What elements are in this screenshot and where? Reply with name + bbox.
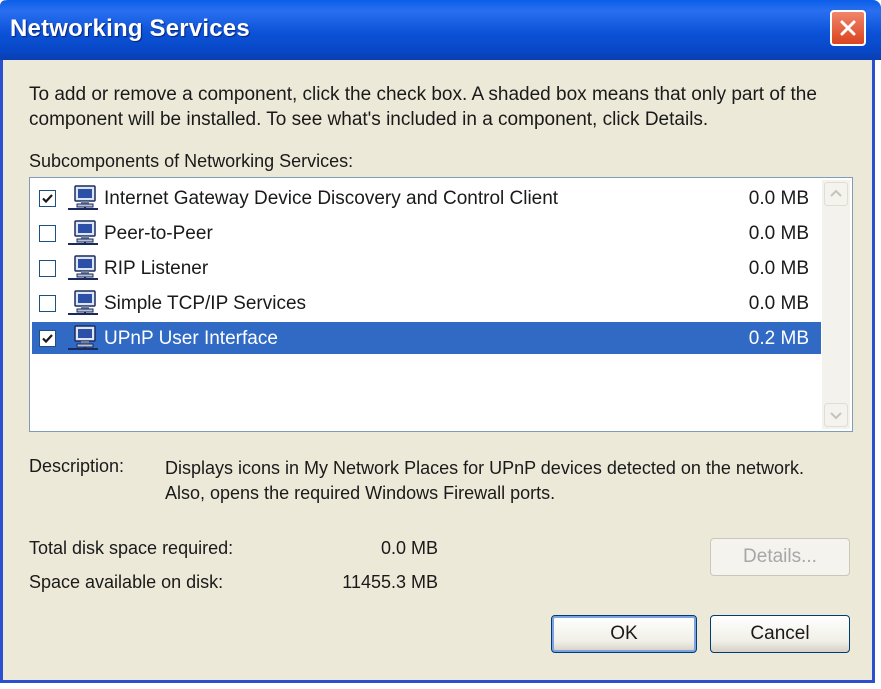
- component-checkbox[interactable]: [39, 260, 56, 277]
- component-name: RIP Listener: [104, 258, 209, 279]
- disk-available-value: 11455.3 MB: [342, 572, 438, 592]
- scroll-down-button[interactable]: [824, 403, 848, 427]
- close-button[interactable]: [830, 10, 866, 46]
- description-text: Displays icons in My Network Places for …: [165, 458, 804, 503]
- component-row[interactable]: Internet Gateway Device Discovery and Co…: [32, 182, 821, 214]
- component-row[interactable]: Simple TCP/IP Services 0.0 MB: [32, 287, 821, 319]
- vertical-scrollbar[interactable]: [822, 180, 850, 429]
- component-size: 0.0 MB: [748, 258, 809, 279]
- component-name: Internet Gateway Device Discovery and Co…: [104, 188, 559, 209]
- description-label: Description:: [29, 456, 125, 476]
- component-size: 0.2 MB: [748, 328, 809, 349]
- instructions-text: To add or remove a component, click the …: [29, 84, 817, 130]
- network-computer-icon: [66, 220, 100, 251]
- component-checkbox[interactable]: [39, 225, 56, 242]
- dialog-content: To add or remove a component, click the …: [3, 60, 878, 683]
- component-size: 0.0 MB: [748, 188, 809, 209]
- title-bar[interactable]: Networking Services: [0, 0, 881, 60]
- component-name: UPnP User Interface: [104, 328, 278, 349]
- scroll-up-button[interactable]: [824, 182, 848, 206]
- disk-required-value: 0.0 MB: [380, 538, 438, 558]
- cancel-button[interactable]: Cancel: [710, 615, 850, 653]
- component-size: 0.0 MB: [748, 293, 809, 314]
- component-checkbox[interactable]: [39, 190, 56, 207]
- component-size: 0.0 MB: [748, 223, 809, 244]
- ok-button[interactable]: OK: [551, 615, 697, 653]
- disk-available-label: Space available on disk:: [29, 572, 224, 592]
- component-name: Simple TCP/IP Services: [104, 293, 307, 314]
- details-button[interactable]: Details...: [710, 538, 850, 576]
- component-checkbox[interactable]: [39, 295, 56, 312]
- component-row[interactable]: UPnP User Interface 0.2 MB: [32, 322, 821, 354]
- subcomponents-list[interactable]: Internet Gateway Device Discovery and Co…: [29, 177, 853, 432]
- network-computer-icon: [66, 325, 100, 356]
- network-computer-icon: [66, 185, 100, 216]
- component-checkbox[interactable]: [39, 330, 56, 347]
- networking-services-dialog: Networking Services To add or remove a c…: [0, 0, 881, 683]
- disk-required-label: Total disk space required:: [29, 538, 234, 558]
- component-name: Peer-to-Peer: [104, 223, 213, 244]
- component-row[interactable]: RIP Listener 0.0 MB: [32, 252, 821, 284]
- network-computer-icon: [66, 290, 100, 321]
- component-row[interactable]: Peer-to-Peer 0.0 MB: [32, 217, 821, 249]
- network-computer-icon: [66, 255, 100, 286]
- window-title: Networking Services: [10, 15, 250, 42]
- subcomponents-label: Subcomponents of Networking Services:: [29, 151, 354, 171]
